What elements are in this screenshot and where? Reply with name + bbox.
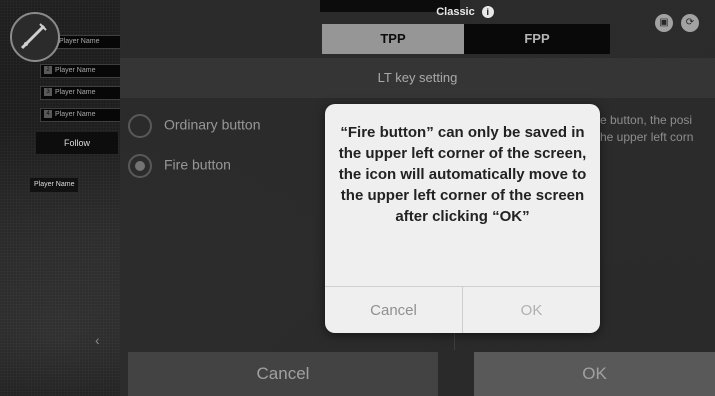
- dialog-ok-button[interactable]: OK: [463, 287, 600, 333]
- dialog-button-row: Cancel OK: [325, 286, 600, 333]
- game-screen: 1Player Name 2Player Name 3Player Name 4…: [0, 0, 715, 396]
- info-icon[interactable]: i: [481, 6, 494, 18]
- dialog-cancel-button[interactable]: Cancel: [325, 287, 463, 333]
- weapon-emblem-icon: [10, 12, 60, 62]
- mode-text: Classic: [436, 6, 475, 18]
- spectate-player-name[interactable]: Player Name: [30, 178, 79, 192]
- alert-dialog: “Fire button” can only be saved in the u…: [325, 104, 600, 333]
- dialog-message: “Fire button” can only be saved in the u…: [338, 124, 587, 225]
- follow-button[interactable]: Follow: [36, 132, 118, 154]
- mode-label: Classic i: [320, 6, 610, 18]
